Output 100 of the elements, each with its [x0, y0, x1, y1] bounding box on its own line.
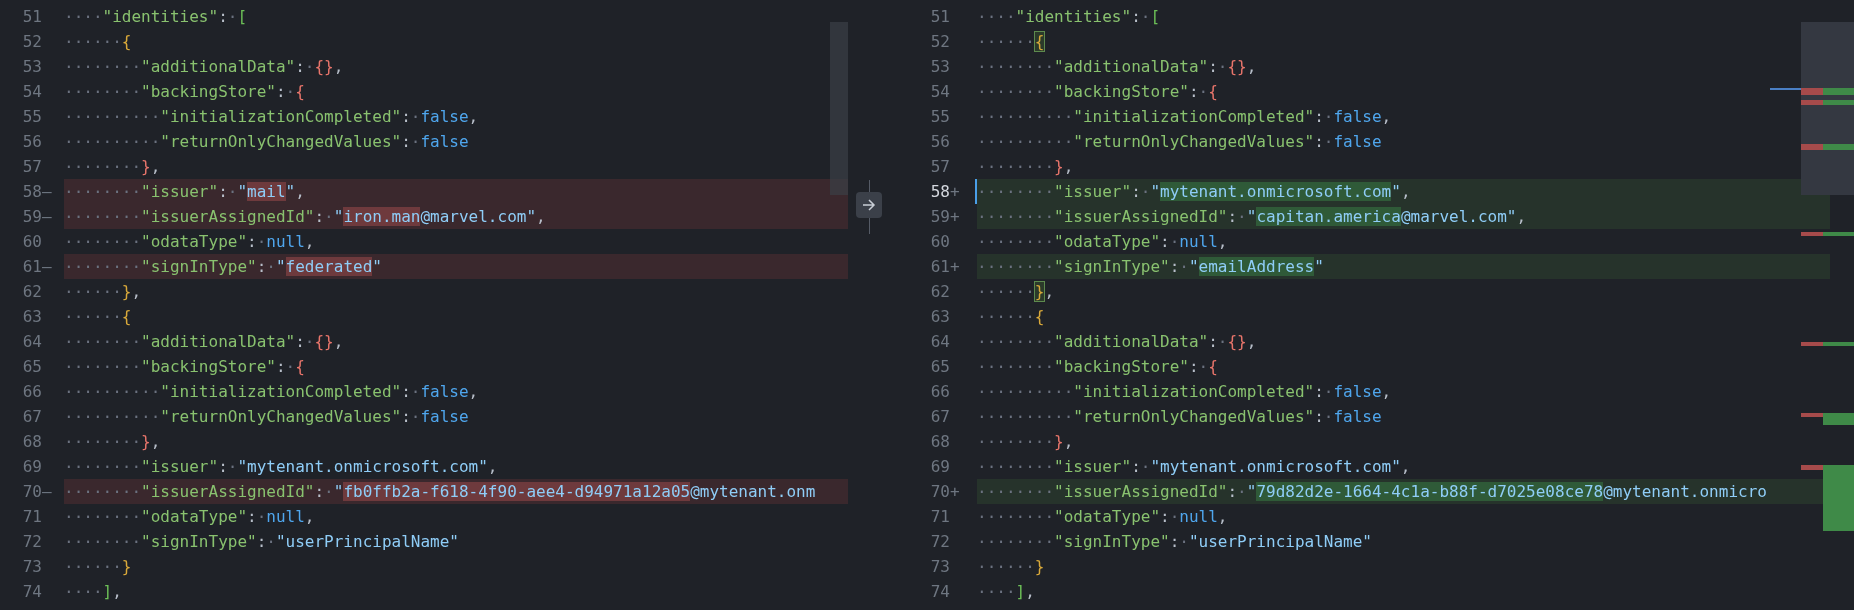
code-line: ······}, — [64, 281, 142, 303]
diff-marker: + — [950, 206, 960, 228]
code-line: ··········"returnOnlyChangedValues":·false — [977, 406, 1382, 428]
diff-marker: — — [42, 256, 52, 278]
line-number: 67 — [21, 406, 42, 428]
line-number: 62 — [21, 281, 42, 303]
code-line: ······} — [977, 556, 1045, 578]
line-number: 66 — [929, 381, 950, 403]
diff-marker: + — [950, 181, 960, 203]
compare-button[interactable] — [856, 192, 882, 218]
line-number: 70 — [21, 481, 42, 503]
line-number: 74 — [21, 581, 42, 603]
line-number: 57 — [21, 156, 42, 178]
code-line: ··········"returnOnlyChangedValues":·false — [64, 131, 469, 153]
code-line: ··········"initializationCompleted":·false, — [64, 381, 479, 403]
line-number: 58 — [21, 181, 42, 203]
code-line: ········}, — [977, 431, 1074, 453]
cursor-position-marker — [1770, 88, 1801, 90]
line-number: 69 — [929, 456, 950, 478]
line-number: 55 — [21, 106, 42, 128]
code-line: ········"odataType":·null, — [64, 506, 315, 528]
line-number: 64 — [929, 331, 950, 353]
line-number: 61 — [21, 256, 42, 278]
code-line: ····], — [977, 581, 1035, 603]
line-number: 68 — [21, 431, 42, 453]
code-line: ········"backingStore":·{ — [977, 356, 1218, 378]
line-number: 56 — [929, 131, 950, 153]
line-number: 65 — [21, 356, 42, 378]
code-line: ······{ — [64, 306, 132, 328]
line-number: 52 — [929, 31, 950, 53]
code-line: ······{ — [977, 31, 1045, 53]
code-line: ········}, — [977, 156, 1074, 178]
code-line: ········"backingStore":·{ — [977, 81, 1218, 103]
code-line: ········"signInType":·"userPrincipalName" — [64, 531, 459, 553]
code-line: ········"issuer":·"mytenant.onmicrosoft.com", — [977, 181, 1411, 203]
line-number: 51 — [929, 6, 950, 28]
line-number: 65 — [929, 356, 950, 378]
line-number: 71 — [21, 506, 42, 528]
line-number: 51 — [21, 6, 42, 28]
diff-marker: — — [42, 481, 52, 503]
code-line: ········"issuerAssignedId":·"capitan.america@marvel.com", — [977, 206, 1527, 228]
scrollbar-thumb[interactable] — [830, 22, 848, 195]
line-number: 68 — [929, 431, 950, 453]
code-line: ········"backingStore":·{ — [64, 81, 305, 103]
line-number: 69 — [21, 456, 42, 478]
code-line: ··········"returnOnlyChangedValues":·false — [64, 406, 469, 428]
code-line: ··········"initializationCompleted":·false, — [64, 106, 479, 128]
line-number: 62 — [929, 281, 950, 303]
line-number: 54 — [929, 81, 950, 103]
line-number: 53 — [21, 56, 42, 78]
diff-marker: — — [42, 206, 52, 228]
line-number: 57 — [929, 156, 950, 178]
code-line: ········"signInType":·"federated" — [64, 256, 382, 278]
code-line: ········"backingStore":·{ — [64, 356, 305, 378]
line-number: 66 — [21, 381, 42, 403]
code-line: ········"additionalData":·{}, — [64, 56, 344, 78]
code-line: ········"additionalData":·{}, — [64, 331, 344, 353]
code-line: ····"identities":·[ — [977, 6, 1161, 28]
code-line: ······{ — [64, 31, 132, 53]
line-number: 63 — [21, 306, 42, 328]
line-number: 73 — [929, 556, 950, 578]
line-number: 53 — [929, 56, 950, 78]
diff-marker: + — [950, 481, 960, 503]
line-number: 59 — [929, 206, 950, 228]
arrow-right-icon — [862, 199, 876, 211]
line-number: 73 — [21, 556, 42, 578]
line-number: 67 — [929, 406, 950, 428]
line-number: 52 — [21, 31, 42, 53]
code-line: ··········"returnOnlyChangedValues":·false — [977, 131, 1382, 153]
code-line: ······{ — [977, 306, 1045, 328]
code-line: ········}, — [64, 156, 161, 178]
line-number: 74 — [929, 581, 950, 603]
code-line: ········"odataType":·null, — [64, 231, 315, 253]
line-number: 72 — [929, 531, 950, 553]
line-number: 71 — [929, 506, 950, 528]
diff-marker: — — [42, 181, 52, 203]
code-line: ········"signInType":·"userPrincipalName" — [977, 531, 1372, 553]
line-number: 72 — [21, 531, 42, 553]
code-line: ········"issuer":·"mail", — [64, 181, 305, 203]
code-line: ········"additionalData":·{}, — [977, 331, 1257, 353]
line-number: 56 — [21, 131, 42, 153]
code-line: ········"odataType":·null, — [977, 506, 1228, 528]
line-number: 55 — [929, 106, 950, 128]
code-line: ··········"initializationCompleted":·false, — [977, 106, 1392, 128]
code-line: ········"issuerAssignedId":·"79d82d2e-1664-4c1a-b88f-d7025e08ce78@mytenant.onmicro — [977, 481, 1767, 503]
code-line: ········"issuer":·"mytenant.onmicrosoft.com", — [64, 456, 498, 478]
diff-marker: + — [950, 256, 960, 278]
line-number: 63 — [929, 306, 950, 328]
line-number: 59 — [21, 206, 42, 228]
code-line: ········"odataType":·null, — [977, 231, 1228, 253]
code-line: ········"issuer":·"mytenant.onmicrosoft.com", — [977, 456, 1411, 478]
code-line: ········"additionalData":·{}, — [977, 56, 1257, 78]
code-line: ······}, — [977, 281, 1055, 303]
code-line: ····], — [64, 581, 122, 603]
line-number: 64 — [21, 331, 42, 353]
line-number: 61 — [929, 256, 950, 278]
code-line: ··········"initializationCompleted":·false, — [977, 381, 1392, 403]
code-line: ········"issuerAssignedId":·"fb0ffb2a-f618-4f90-aee4-d94971a12a05@mytenant.onm — [64, 481, 816, 503]
code-line: ········"issuerAssignedId":·"iron.man@marvel.com", — [64, 206, 546, 228]
code-line: ········}, — [64, 431, 161, 453]
